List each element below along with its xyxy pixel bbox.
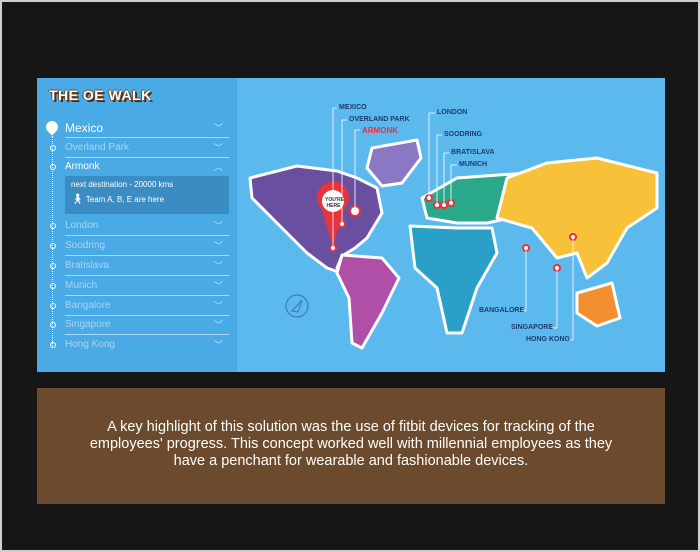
stop-dot-icon xyxy=(50,243,56,249)
label-armonk: ARMONK xyxy=(362,126,398,135)
item-label: Soodring xyxy=(65,240,106,251)
item-label: Bangalore xyxy=(65,300,111,311)
label-munich: MUNICH xyxy=(459,161,487,168)
walking-person-icon: 🚶︎ xyxy=(71,194,84,205)
asia[interactable] xyxy=(495,156,659,280)
chevron-down-icon: ﹀ xyxy=(213,261,223,271)
stop-dot-icon xyxy=(50,342,56,348)
label-singapore: SINGAPORE xyxy=(511,324,554,331)
sidebar-item-overland-park[interactable]: Overland Park ﹀ xyxy=(50,138,229,158)
next-destination-distance: next destination - 20000 kms xyxy=(71,180,174,189)
teams-here: Team A, B, E are here xyxy=(85,195,165,204)
sidebar-item-hong-kong[interactable]: Hong Kong ﹀ xyxy=(50,335,229,355)
sidebar-item-bratislava[interactable]: Bratislava ﹀ xyxy=(50,256,229,276)
chevron-down-icon: ﹀ xyxy=(213,320,223,330)
sidebar-item-singapore[interactable]: Singapore ﹀ xyxy=(50,315,229,335)
chevron-down-icon: ﹀ xyxy=(213,281,223,291)
item-label: London xyxy=(65,220,99,231)
label-hong-kong: HONG KONG xyxy=(526,336,570,343)
item-label: Hong Kong xyxy=(65,339,116,350)
stop-dot-icon xyxy=(50,303,56,309)
stop-dot-icon xyxy=(50,283,56,289)
sidebar-item-soodring[interactable]: Soodring ﹀ xyxy=(50,236,229,256)
sidebar-item-bangalore[interactable]: Bangalore ﹀ xyxy=(50,296,229,316)
item-label: Overland Park xyxy=(65,142,129,153)
item-label: Munich xyxy=(65,280,98,291)
stop-dot-icon xyxy=(50,263,56,269)
stop-dot-icon xyxy=(50,164,56,170)
label-bangalore: BANGALORE xyxy=(479,307,525,314)
app-title: THE OE WALK xyxy=(49,87,152,103)
label-overland-park: OVERLAND PARK xyxy=(349,116,410,123)
item-label: Singapore xyxy=(65,319,111,330)
stop-dot-icon xyxy=(50,145,56,151)
stop-dot-icon xyxy=(50,223,56,229)
compass-icon[interactable] xyxy=(285,294,309,318)
australia[interactable] xyxy=(575,281,622,328)
sidebar-item-mexico[interactable]: Mexico ﹀ xyxy=(43,118,229,138)
sidebar-item-armonk[interactable]: Armonk ︿ xyxy=(50,157,229,177)
greenland[interactable] xyxy=(365,138,423,188)
chevron-down-icon: ﹀ xyxy=(213,143,223,153)
chevron-down-icon: ﹀ xyxy=(213,340,223,350)
sidebar-item-london[interactable]: London ﹀ xyxy=(50,216,229,236)
item-label: Bratislava xyxy=(65,260,109,271)
chevron-up-icon: ︿ xyxy=(213,162,223,172)
chevron-down-icon: ﹀ xyxy=(213,301,223,311)
label-london: LONDON xyxy=(437,109,468,116)
africa[interactable] xyxy=(408,224,499,335)
stop-dot-icon xyxy=(50,322,56,328)
destination-detail: next destination - 20000 kms 🚶︎ Team A, … xyxy=(65,176,229,214)
chevron-down-icon: ﹀ xyxy=(213,221,223,231)
chevron-down-icon: ﹀ xyxy=(213,241,223,251)
sidebar-item-munich[interactable]: Munich ﹀ xyxy=(50,276,229,296)
oe-walk-app: YOU'RE HERE MEXICO OVERLAND PARK ARMONK … xyxy=(37,78,665,372)
label-soodring: SOODRING xyxy=(444,131,483,138)
label-mexico: MEXICO xyxy=(339,104,367,111)
caption-box: A key highlight of this solution was the… xyxy=(37,388,665,504)
caption-text: A key highlight of this solution was the… xyxy=(89,419,613,469)
label-bratislava: BRATISLAVA xyxy=(451,149,495,156)
location-pin-icon xyxy=(43,118,61,136)
sidebar: THE OE WALK Mexico ﹀ Overland Park ﹀ Armon… xyxy=(37,78,237,372)
item-label: Armonk xyxy=(65,161,100,172)
south-america[interactable] xyxy=(335,253,401,350)
chevron-down-icon: ﹀ xyxy=(213,123,223,133)
pin-label: YOU'RE HERE xyxy=(325,197,344,209)
item-label: Mexico xyxy=(65,121,104,135)
